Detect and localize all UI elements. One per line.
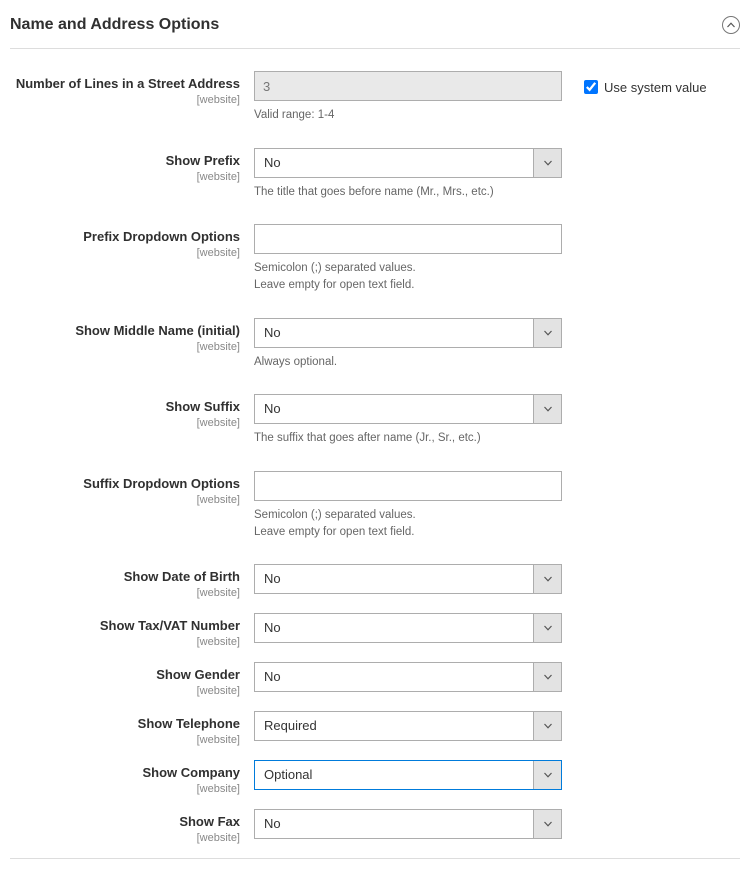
- fieldset: Number of Lines in a Street Address [web…: [10, 71, 740, 844]
- input-street-lines: [254, 71, 562, 101]
- scope-label: [website]: [10, 494, 240, 506]
- select-show-telephone[interactable]: Required: [254, 711, 562, 741]
- select-value: No: [255, 614, 533, 642]
- label-prefix-options: Prefix Dropdown Options: [83, 229, 240, 244]
- chevron-down-icon: [533, 761, 561, 789]
- select-show-tax[interactable]: No: [254, 613, 562, 643]
- label-show-prefix: Show Prefix: [166, 153, 240, 168]
- field-show-prefix: Show Prefix [website] No The title that …: [10, 148, 740, 201]
- help-prefix-options: Semicolon (;) separated values. Leave em…: [254, 260, 562, 293]
- checkbox-use-system-street-lines[interactable]: [584, 80, 598, 94]
- chevron-down-icon: [533, 149, 561, 177]
- select-show-company[interactable]: Optional: [254, 760, 562, 790]
- chevron-down-icon: [533, 395, 561, 423]
- field-street-lines: Number of Lines in a Street Address [web…: [10, 71, 740, 124]
- select-value: No: [255, 395, 533, 423]
- chevron-down-icon: [533, 565, 561, 593]
- scope-label: [website]: [10, 636, 240, 648]
- select-show-gender[interactable]: No: [254, 662, 562, 692]
- scope-label: [website]: [10, 734, 240, 746]
- select-value: No: [255, 663, 533, 691]
- select-value: Optional: [255, 761, 533, 789]
- field-show-tax: Show Tax/VAT Number [website] No: [10, 613, 740, 648]
- scope-label: [website]: [10, 417, 240, 429]
- chevron-up-icon: [727, 22, 735, 28]
- scope-label: [website]: [10, 94, 240, 106]
- input-suffix-options[interactable]: [254, 471, 562, 501]
- chevron-down-icon: [533, 319, 561, 347]
- field-show-fax: Show Fax [website] No: [10, 809, 740, 844]
- field-show-middle: Show Middle Name (initial) [website] No …: [10, 318, 740, 371]
- scope-label: [website]: [10, 341, 240, 353]
- scope-label: [website]: [10, 783, 240, 795]
- section-divider: [10, 858, 740, 859]
- select-value: No: [255, 319, 533, 347]
- select-show-fax[interactable]: No: [254, 809, 562, 839]
- select-show-suffix[interactable]: No: [254, 394, 562, 424]
- scope-label: [website]: [10, 832, 240, 844]
- chevron-down-icon: [533, 614, 561, 642]
- field-show-telephone: Show Telephone [website] Required: [10, 711, 740, 746]
- use-system-label: Use system value: [604, 80, 707, 95]
- help-show-middle: Always optional.: [254, 354, 562, 371]
- label-suffix-options: Suffix Dropdown Options: [83, 476, 240, 491]
- help-show-suffix: The suffix that goes after name (Jr., Sr…: [254, 430, 562, 447]
- help-street-lines: Valid range: 1-4: [254, 107, 562, 124]
- field-show-dob: Show Date of Birth [website] No: [10, 564, 740, 599]
- scope-label: [website]: [10, 247, 240, 259]
- scope-label: [website]: [10, 587, 240, 599]
- use-system-wrap: Use system value: [562, 71, 707, 97]
- field-suffix-options: Suffix Dropdown Options [website] Semico…: [10, 471, 740, 540]
- label-show-company: Show Company: [142, 765, 240, 780]
- section-title: Name and Address Options: [10, 16, 219, 34]
- help-suffix-options: Semicolon (;) separated values. Leave em…: [254, 507, 562, 540]
- section-header: Name and Address Options: [10, 10, 740, 49]
- label-show-gender: Show Gender: [156, 667, 240, 682]
- select-value: No: [255, 565, 533, 593]
- chevron-down-icon: [533, 663, 561, 691]
- collapse-toggle[interactable]: [722, 16, 740, 34]
- label-street-lines: Number of Lines in a Street Address: [16, 76, 240, 91]
- select-show-middle[interactable]: No: [254, 318, 562, 348]
- field-show-gender: Show Gender [website] No: [10, 662, 740, 697]
- select-show-prefix[interactable]: No: [254, 148, 562, 178]
- label-show-tax: Show Tax/VAT Number: [100, 618, 240, 633]
- select-value: No: [255, 149, 533, 177]
- label-show-telephone: Show Telephone: [138, 716, 240, 731]
- scope-label: [website]: [10, 685, 240, 697]
- help-show-prefix: The title that goes before name (Mr., Mr…: [254, 184, 562, 201]
- field-show-suffix: Show Suffix [website] No The suffix that…: [10, 394, 740, 447]
- field-show-company: Show Company [website] Optional: [10, 760, 740, 795]
- label-show-dob: Show Date of Birth: [124, 569, 240, 584]
- chevron-down-icon: [533, 712, 561, 740]
- scope-label: [website]: [10, 171, 240, 183]
- field-prefix-options: Prefix Dropdown Options [website] Semico…: [10, 224, 740, 293]
- chevron-down-icon: [533, 810, 561, 838]
- select-show-dob[interactable]: No: [254, 564, 562, 594]
- input-prefix-options[interactable]: [254, 224, 562, 254]
- select-value: No: [255, 810, 533, 838]
- select-value: Required: [255, 712, 533, 740]
- label-show-fax: Show Fax: [179, 814, 240, 829]
- label-show-suffix: Show Suffix: [166, 399, 240, 414]
- label-show-middle: Show Middle Name (initial): [75, 323, 240, 338]
